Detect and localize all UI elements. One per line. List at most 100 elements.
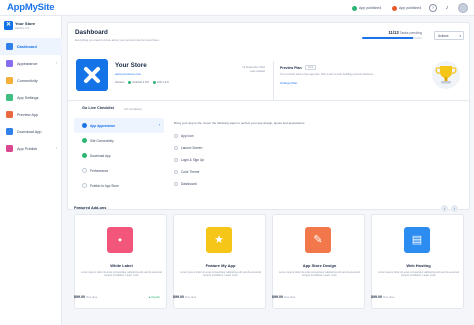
checklist-item-publish[interactable]: Publish to App Store (74, 178, 164, 193)
detail-item-app-icon[interactable]: App Icon (174, 130, 464, 142)
step-status-icon (174, 146, 178, 150)
chevron-down-icon: ▾ (459, 34, 461, 38)
logo[interactable]: AppMySite (7, 2, 54, 13)
checklist-title: Go Live Checklist (82, 106, 114, 110)
app-icon (76, 59, 108, 91)
detail-item-color-theme[interactable]: Color Theme (174, 166, 464, 178)
pen-icon: ✎ (305, 227, 331, 253)
store-icon (4, 20, 13, 30)
checklist-item-label: Performance (90, 168, 109, 173)
star-icon: ★ (206, 227, 232, 253)
chevron-right-icon: › (158, 123, 160, 127)
actions-dropdown[interactable]: Actions ▾ (434, 31, 464, 40)
step-status-icon (174, 170, 178, 174)
checklist-item-site-connectivity[interactable]: Site Connectivity (74, 133, 164, 148)
carousel-prev-button[interactable]: ‹ (441, 205, 448, 212)
page-title: Dashboard (75, 29, 108, 36)
app-url-link[interactable]: www.yourstore.com (115, 72, 141, 76)
checklist-item-app-appearance[interactable]: App Appearance › (74, 118, 164, 133)
addon-price-value: $99.00 (371, 295, 382, 299)
page-subtitle: Everything you need to know about your a… (75, 38, 160, 42)
sidebar-item-label: Connectivity (17, 78, 38, 83)
sidebar-item-label: App Publish (17, 146, 38, 151)
dashboard-card: Dashboard Everything you need to know ab… (67, 22, 470, 108)
app-logo-icon (84, 67, 100, 83)
help-icon[interactable]: ? (429, 4, 437, 12)
addon-name: App Store Design (302, 263, 337, 268)
detail-item-label: Color Theme (181, 170, 200, 174)
top-app-status-2[interactable]: App published (392, 4, 421, 12)
sidebar-item-app-publish[interactable]: App Publish › (0, 140, 62, 157)
carousel-next-button[interactable]: › (451, 205, 458, 212)
checklist-detail: Bring your app to life. Cover the follow… (174, 121, 464, 190)
addon-price: $99.00 One time (173, 295, 196, 319)
step-status-icon (82, 168, 87, 173)
check-icon (82, 138, 87, 143)
go-live-checklist: Go Live Checklist 1/6 completed App Appe… (67, 100, 470, 210)
sidebar: Your Store Version 1.0 Dashboard Appeara… (0, 16, 62, 325)
chevron-right-icon: › (55, 145, 57, 150)
popular-icon: ■ (149, 296, 151, 299)
addon-price-period: One time (185, 295, 197, 299)
addon-price-value: $99.00 (272, 295, 283, 299)
gear-icon (6, 94, 13, 101)
checklist-item-performance[interactable]: Performance (74, 163, 164, 178)
addon-price-period: One time (86, 295, 98, 299)
store-version: Version 1.0 (15, 25, 29, 30)
actions-dropdown-value: Actions (438, 34, 449, 38)
sidebar-item-appearance[interactable]: Appearance › (0, 55, 62, 72)
addon-description: Lorem ipsum dolor sit amet consectetur a… (81, 271, 162, 278)
app-name: Your Store (115, 62, 147, 69)
step-status-icon (82, 183, 87, 188)
chevron-right-icon: › (55, 60, 57, 65)
sidebar-item-download-app[interactable]: Download App (0, 123, 62, 140)
store-name: Your Store (15, 20, 36, 26)
sidebar-item-app-settings[interactable]: App Settings (0, 89, 62, 106)
addon-price-value: $99.00 (173, 295, 184, 299)
sidebar-item-label: Download App (17, 129, 42, 134)
divider (273, 61, 274, 101)
addon-price-value: $99.00 (74, 295, 85, 299)
addon-price-period: One time (383, 295, 395, 299)
detail-item-dashboard[interactable]: Dashboard (174, 178, 464, 190)
palette-icon (6, 60, 13, 67)
sidebar-item-dashboard[interactable]: Dashboard (0, 38, 62, 55)
app-status-label: App published (359, 6, 382, 10)
step-status-icon (174, 134, 178, 138)
detail-item-label: Launch Screen (181, 146, 203, 150)
task-progress: 11/13 Tasks pending (362, 30, 422, 39)
step-status-icon (174, 158, 178, 162)
addon-description: Lorem ipsum dolor sit amet consectetur a… (279, 271, 360, 278)
checklist-item-download-app[interactable]: Download App (74, 148, 164, 163)
status-dot (128, 80, 132, 84)
popular-badge: ■ Popular (149, 296, 160, 299)
avatar[interactable] (458, 3, 468, 13)
detail-item-login-signup[interactable]: Login & Sign Up (174, 154, 464, 166)
download-icon (6, 128, 13, 135)
link-icon (6, 77, 13, 84)
checklist-count: 1/6 completed (124, 106, 142, 111)
android-version: Android 1.0.0 (128, 80, 149, 84)
plan-badge: Free (305, 65, 317, 70)
addon-description: Lorem ipsum dolor sit amet consectetur a… (378, 271, 459, 278)
status-dot (152, 80, 156, 84)
checklist-item-label: App Appearance (90, 123, 116, 128)
bell-icon[interactable]: ♪ (443, 4, 451, 12)
sidebar-item-label: App Settings (17, 95, 39, 100)
detail-item-launch-screen[interactable]: Launch Screen (174, 142, 464, 154)
plan-title: Preview Plan (280, 66, 302, 70)
progress-fill (362, 37, 413, 39)
progress-count: 11/13 (388, 30, 399, 35)
app-version-label: Version (115, 80, 125, 84)
store-switcher[interactable]: Your Store Version 1.0 (4, 19, 58, 31)
sidebar-item-preview-app[interactable]: Preview App (0, 106, 62, 123)
grid-icon (6, 43, 13, 50)
change-plan-link[interactable]: Change Plan (280, 81, 297, 85)
addons-title: Featured Add-ons (74, 206, 107, 210)
app-date: 13 September 2022 Last updated (235, 66, 265, 73)
tag-icon: ⬩ (107, 227, 133, 253)
top-app-status-1[interactable]: App published (352, 4, 381, 12)
checklist-item-label: Publish to App Store (90, 183, 119, 188)
addon-price: $99.00 One time (371, 295, 394, 319)
sidebar-item-connectivity[interactable]: Connectivity (0, 72, 62, 89)
